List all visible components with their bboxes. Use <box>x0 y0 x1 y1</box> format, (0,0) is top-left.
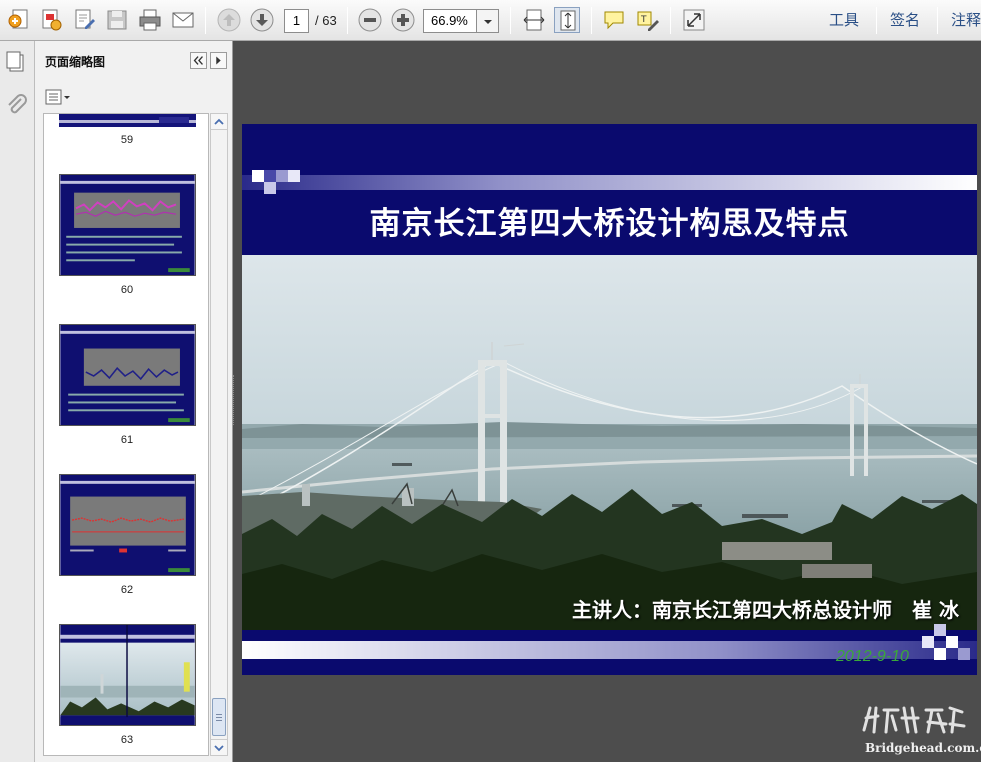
page-total-label: / 63 <box>315 13 337 28</box>
scroll-down-button[interactable] <box>211 739 227 755</box>
navigation-pane-strip <box>0 41 35 762</box>
slide-date: 2012-9-10 <box>836 648 909 665</box>
print-icon[interactable] <box>137 7 163 33</box>
slide-title: 南京长江第四大桥设计构思及特点 <box>369 206 850 242</box>
thumbnail-page-59[interactable] <box>59 114 196 127</box>
email-icon[interactable] <box>170 7 196 33</box>
watermark-logo <box>858 702 968 736</box>
thumbnail-label: 61 <box>120 434 134 446</box>
thumbnail-label: 62 <box>120 584 134 596</box>
expand-fullscreen-icon[interactable] <box>681 7 707 33</box>
thumbnail-page-62[interactable] <box>59 474 196 576</box>
thumbnail-scrollbar[interactable] <box>210 113 228 756</box>
sign-button[interactable]: 签名 <box>890 8 920 32</box>
slide-presenter: 主讲人：南京长江第四大桥总设计师 崔 冰 <box>572 598 959 622</box>
thumbnail-label: 60 <box>120 284 134 296</box>
slide-page: 南京长江第四大桥设计构思及特点 主讲人：南京长江第四大桥总设计师 崔 冰 201… <box>242 124 977 675</box>
panel-menu-button[interactable] <box>210 52 227 69</box>
attachment-paperclip-icon[interactable] <box>4 93 30 119</box>
watermark-text: Bridgehead.com.cn <box>865 741 981 755</box>
previous-page-icon[interactable] <box>216 7 242 33</box>
thumbnail-label: 59 <box>120 134 134 146</box>
svg-text:T: T <box>640 15 647 25</box>
zoom-dropdown-button[interactable] <box>477 9 499 33</box>
panel-title: 页面缩略图 <box>45 55 106 69</box>
zoom-in-icon[interactable] <box>390 7 416 33</box>
scroll-thumb[interactable] <box>212 698 226 736</box>
thumbnail-label: 63 <box>120 734 134 746</box>
next-page-icon[interactable] <box>249 7 275 33</box>
comment-button[interactable]: 注释 <box>951 8 981 32</box>
triangle-right-icon <box>216 56 221 65</box>
edit-document-icon[interactable] <box>71 7 97 33</box>
options-list-icon <box>45 89 70 105</box>
page-thumbnails-icon[interactable] <box>4 49 30 75</box>
collaborate-icon[interactable] <box>38 7 64 33</box>
thumbnail-page-63[interactable] <box>59 624 196 726</box>
page-number-input[interactable]: 1 <box>284 9 309 33</box>
save-icon[interactable] <box>104 7 130 33</box>
thumbnail-list: 59 60 61 62 63 <box>43 113 209 756</box>
tools-button[interactable]: 工具 <box>829 8 859 32</box>
scroll-up-button[interactable] <box>211 114 227 130</box>
comment-icon[interactable] <box>601 7 627 33</box>
double-chevron-left-icon <box>193 56 203 65</box>
fit-width-icon[interactable] <box>521 7 547 33</box>
collapse-panel-button[interactable] <box>190 52 207 69</box>
chevron-down-icon <box>214 745 224 752</box>
thumbnail-options-button[interactable] <box>45 89 71 106</box>
highlight-text-icon[interactable]: T <box>634 7 660 33</box>
zoom-out-icon[interactable] <box>357 7 383 33</box>
thumbnail-page-61[interactable] <box>59 324 196 426</box>
thumbnail-page-60[interactable] <box>59 174 196 276</box>
chevron-up-icon <box>214 118 224 125</box>
create-pdf-icon[interactable] <box>6 7 32 33</box>
fit-page-icon[interactable] <box>554 7 580 33</box>
zoom-level-field[interactable]: 66.9% <box>423 9 477 33</box>
chevron-down-icon <box>484 20 492 24</box>
calligraphy-logo-icon <box>862 706 966 734</box>
main-toolbar: 1 / 63 66.9% T 工具 签名 注释 <box>0 0 981 41</box>
